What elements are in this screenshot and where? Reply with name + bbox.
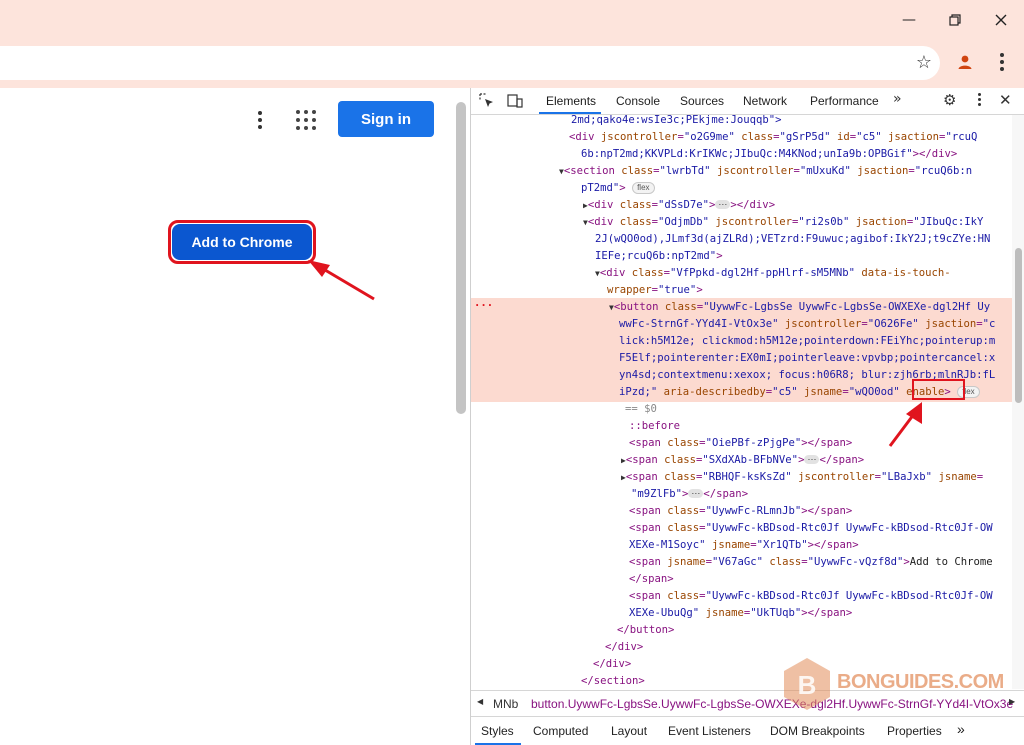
watermark-letter: B bbox=[798, 670, 817, 700]
bonguides-logo-icon: B bbox=[784, 658, 830, 710]
elements-scrollbar[interactable] bbox=[1012, 115, 1024, 689]
code-line: == $0 bbox=[625, 403, 657, 415]
code-line: </div> bbox=[605, 641, 644, 653]
more-tabs-icon[interactable]: » bbox=[957, 721, 965, 737]
ellipsis-badge[interactable]: ··· bbox=[804, 455, 820, 464]
web-page: Sign in Add to Chrome bbox=[0, 88, 470, 745]
code-line[interactable]: <span class="UywwFc-kBDsod-Rtc0Jf UywwFc… bbox=[629, 520, 993, 537]
tab-properties[interactable]: Properties bbox=[887, 724, 942, 738]
code-line-selected[interactable]: ▼<button class="UywwFc-LgbsSe UywwFc-Lgb… bbox=[609, 299, 990, 316]
breadcrumb-item[interactable]: MNb bbox=[493, 697, 518, 711]
code-line: </section> bbox=[581, 675, 645, 687]
code-line[interactable]: ::before bbox=[629, 418, 680, 435]
more-tabs-icon[interactable]: » bbox=[893, 91, 902, 107]
watermark-text: BONGUIDES.COM bbox=[837, 671, 1004, 693]
selected-node-marker: ··· bbox=[474, 300, 494, 312]
ellipsis-badge[interactable]: ··· bbox=[688, 489, 704, 498]
devtools-menu-icon[interactable] bbox=[976, 93, 982, 109]
code-line: lick:h5M12e; clickmod:h5M12e;pointerdown… bbox=[619, 335, 996, 347]
devtools-tabbar: Elements Console Sources Network Perform… bbox=[471, 88, 1024, 115]
page-scrollbar[interactable] bbox=[456, 102, 466, 414]
scroll-left-icon[interactable]: ◀ bbox=[477, 697, 483, 706]
code-line: XEXe-UbuQg" jsname="UkTUqb"></span> bbox=[629, 607, 853, 619]
tab-styles[interactable]: Styles bbox=[481, 724, 514, 738]
add-to-chrome-button[interactable]: Add to Chrome bbox=[172, 224, 312, 260]
tab-sources[interactable]: Sources bbox=[680, 94, 724, 108]
active-tab-indicator bbox=[539, 112, 601, 114]
tab-dom-breakpoints[interactable]: DOM Breakpoints bbox=[770, 724, 865, 738]
code-line: pT2md"> flex bbox=[581, 180, 655, 197]
tab-console[interactable]: Console bbox=[616, 94, 660, 108]
code-line[interactable]: ▼<div class="VfPpkd-dgl2Hf-ppHlrf-sM5MNb… bbox=[595, 265, 951, 282]
tab-computed[interactable]: Computed bbox=[533, 724, 588, 738]
title-bar: — bbox=[0, 0, 1024, 40]
close-icon[interactable] bbox=[978, 6, 1024, 34]
gear-icon[interactable]: ⚙ bbox=[943, 91, 956, 109]
code-line: 2J(wQO0od),JLmf3d(ajZLRd);VETzrd:F9uwuc;… bbox=[595, 233, 991, 245]
tab-layout[interactable]: Layout bbox=[611, 724, 647, 738]
person-icon[interactable] bbox=[953, 50, 977, 74]
restore-icon[interactable] bbox=[932, 6, 978, 34]
star-icon[interactable]: ☆ bbox=[916, 52, 932, 73]
code-line: 2md;qako4e:wsIe3c;PEkjme:Jouqqb"> bbox=[571, 115, 782, 126]
code-line: </div> bbox=[593, 658, 632, 670]
tab-event-listeners[interactable]: Event Listeners bbox=[668, 724, 751, 738]
minimize-icon[interactable]: — bbox=[886, 6, 932, 34]
code-line: </span> bbox=[629, 573, 674, 585]
tab-performance[interactable]: Performance bbox=[810, 94, 879, 108]
styles-tabbar: Styles Computed Layout Event Listeners D… bbox=[471, 716, 1024, 745]
code-line[interactable]: <span jsname="V67aGc" class="UywwFc-vQzf… bbox=[629, 554, 993, 571]
apps-grid-icon[interactable] bbox=[296, 110, 316, 130]
device-toolbar-icon[interactable] bbox=[507, 93, 523, 109]
ellipsis-badge[interactable]: ··· bbox=[715, 200, 731, 209]
code-line[interactable]: ▶<span class="SXdXAb-BFbNVe"> ··· </span> bbox=[621, 452, 864, 469]
watermark: B BONGUIDES.COM bbox=[780, 656, 1020, 712]
inspect-element-icon[interactable] bbox=[479, 93, 495, 109]
enable-highlight-box bbox=[912, 379, 965, 400]
kebab-icon[interactable] bbox=[992, 50, 1012, 74]
code-line[interactable]: ▶<div class="dSsD7e"> ··· ></div> bbox=[583, 197, 775, 214]
code-line: </button> bbox=[617, 624, 675, 636]
code-line[interactable]: ▼<div class="OdjmDb" jscontroller="ri2s0… bbox=[583, 214, 983, 231]
code-line: 6b:npT2md;KKVPLd:KrIKWc;JIbuQc:M4KNod;un… bbox=[581, 148, 958, 160]
devtools-panel: Elements Console Sources Network Perform… bbox=[470, 88, 1024, 745]
code-line[interactable]: ▶<span class="RBHQF-ksKsZd" jscontroller… bbox=[621, 469, 983, 486]
code-line[interactable]: <span class="OiePBf-zPjgPe"></span> bbox=[629, 435, 852, 452]
red-arrow-annotation bbox=[888, 402, 922, 447]
red-arrow-annotation bbox=[308, 260, 375, 301]
code-line: "m9ZlFb"> ··· </span> bbox=[631, 488, 749, 500]
more-options-icon[interactable] bbox=[252, 109, 268, 131]
scrollbar-thumb[interactable] bbox=[1015, 248, 1022, 403]
code-line: XEXe-M1Soyc" jsname="Xr1QTb"></span> bbox=[629, 539, 859, 551]
address-bar[interactable]: ☆ bbox=[0, 46, 940, 80]
code-line[interactable]: <div jscontroller="o2G9me" class="gSrP5d… bbox=[569, 129, 977, 146]
code-line: IEFe;rcuQ6b:npT2md"> bbox=[595, 250, 723, 262]
code-line: wrapper="true"> bbox=[607, 284, 703, 296]
flex-badge[interactable]: flex bbox=[632, 182, 655, 194]
browser-toolbar: ☆ bbox=[0, 40, 1024, 88]
code-line: F5Elf;pointerenter:EX0mI;pointerleave:vp… bbox=[619, 352, 996, 364]
code-line: wwFc-StrnGf-YYd4I-VtOx3e" jscontroller="… bbox=[619, 318, 996, 330]
tab-elements[interactable]: Elements bbox=[546, 94, 596, 108]
code-line[interactable]: ▼<section class="lwrbTd" jscontroller="m… bbox=[559, 163, 972, 180]
tab-network[interactable]: Network bbox=[743, 94, 787, 108]
close-devtools-icon[interactable]: ✕ bbox=[999, 91, 1012, 109]
elements-tree[interactable]: ··· 2md;qako4e:wsIe3c;PEkjme:Jouqqb"> <d… bbox=[471, 115, 1013, 689]
code-line[interactable]: <span class="UywwFc-RLmnJb"></span> bbox=[629, 503, 852, 520]
code-line[interactable]: <span class="UywwFc-kBDsod-Rtc0Jf UywwFc… bbox=[629, 588, 993, 605]
sign-in-button[interactable]: Sign in bbox=[338, 101, 434, 137]
